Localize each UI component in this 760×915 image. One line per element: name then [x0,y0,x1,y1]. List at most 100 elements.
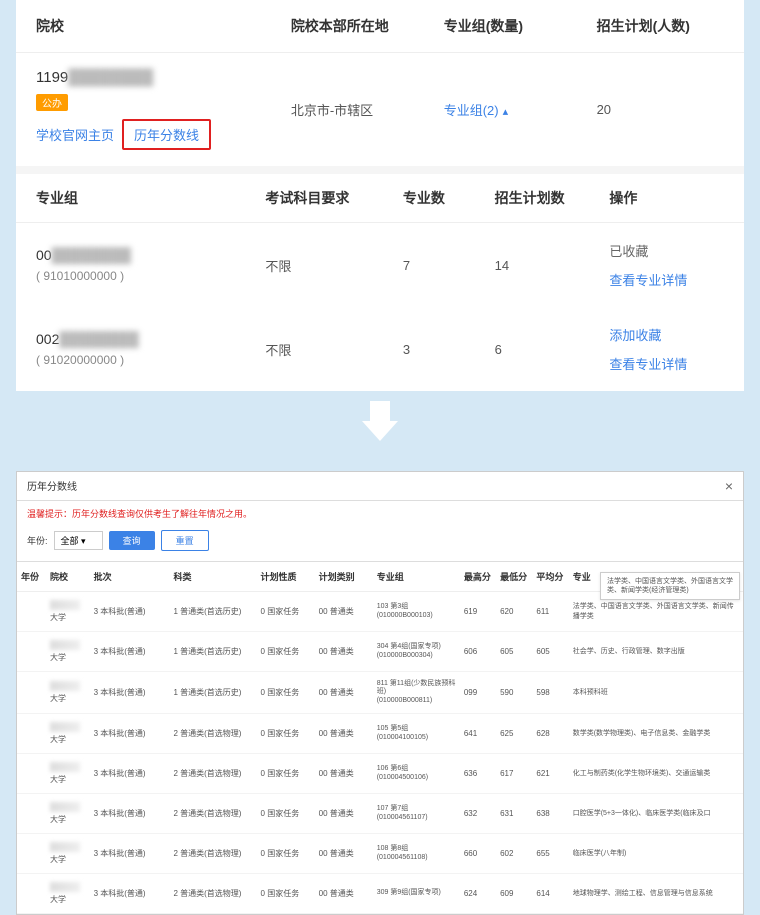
table-header: 计划类别 [315,562,373,592]
table-header: 计划性质 [257,562,315,592]
cell-plan-nature: 0 国家任务 [257,794,315,834]
cell-majors: 化工与制药类(化学生物环境类)、交通运输类 [569,754,743,794]
major-count: 7 [403,258,495,273]
close-icon[interactable]: × [725,478,733,494]
school-row: 1199████████ 公办 学校官网主页 历年分数线 北京市-市辖区 专业组… [16,53,744,174]
cell-majors: 本科预科班 [569,672,743,714]
cell-min: 605 [496,632,532,672]
cell-group: 811 第11组(少数民族预科班)(010000B000811) [373,672,460,714]
main-table-header: 院校 院校本部所在地 专业组(数量) 招生计划(人数) [16,0,744,53]
group-cell: 00████████ ( 91010000000 ) [36,247,265,283]
group-row: 002████████ ( 91020000000 ) 不限 3 6 添加收藏 … [16,307,744,391]
cell-plan-type: 00 普通类 [315,632,373,672]
requirement: 不限 [265,340,403,359]
header-groups: 专业组(数量) [444,16,597,36]
cell-avg: 655 [532,834,568,874]
cell-batch: 3 本科批(普通) [90,834,170,874]
group-id: ( 91010000000 ) [36,269,265,283]
cell-min: 625 [496,714,532,754]
reset-button[interactable]: 重置 [161,530,209,551]
cell-min: 609 [496,874,532,914]
score-history-link[interactable]: 历年分数线 [122,119,211,150]
cell-min: 590 [496,672,532,714]
cell-batch: 3 本科批(普通) [90,592,170,632]
detail-link[interactable]: 查看专业详情 [609,354,687,373]
cell-majors: 地球物理学、测绘工程、信息管理与信息系统 [569,874,743,914]
cell-plan-type: 00 普通类 [315,834,373,874]
cell-max: 636 [460,754,496,794]
cell-year [17,754,46,794]
cell-min: 620 [496,592,532,632]
year-select[interactable]: 全部 ▾ [54,531,103,550]
group-code: 002████████ [36,331,265,347]
cell-subject: 2 普通类(首选物理) [169,754,256,794]
cell-group: 106 第6组(010004500106) [373,754,460,794]
group-count-toggle[interactable]: 专业组(2) [444,100,597,119]
table-header: 最高分 [460,562,496,592]
cell-group: 107 第7组(010004561107) [373,794,460,834]
group-table-header: 专业组 考试科目要求 专业数 招生计划数 操作 [16,174,744,223]
cell-year [17,874,46,914]
school-links: 学校官网主页 历年分数线 [36,119,291,150]
cell-avg: 638 [532,794,568,834]
table-header: 院校 [46,562,90,592]
cell-majors: 数学类(数学物理类)、电子信息类、金融学类 [569,714,743,754]
cell-subject: 1 普通类(首选历史) [169,592,256,632]
requirement: 不限 [265,256,403,275]
filter-row: 年份: 全部 ▾ 查询 重置 [17,526,743,562]
cell-group: 309 第9组(国家专项) [373,874,460,914]
cell-year [17,834,46,874]
table-row: 大学 3 本科批(普通) 2 普通类(首选物理) 0 国家任务 00 普通类 1… [17,714,743,754]
cell-max: 606 [460,632,496,672]
cell-year [17,794,46,834]
warning-text: 温馨提示：历年分数线查询仅供考生了解往年情况之用。 [17,501,743,526]
action-cell: 已收藏 查看专业详情 [609,241,724,289]
cell-majors: 临床医学(八年制) [569,834,743,874]
table-header: 专业组 [373,562,460,592]
modal-header: 历年分数线 × [17,472,743,501]
group-cell: 002████████ ( 91020000000 ) [36,331,265,367]
cell-plan-type: 00 普通类 [315,672,373,714]
cell-majors: 口腔医学(5+3一体化)、临床医学类(临床及口 [569,794,743,834]
table-row: 大学 3 本科批(普通) 1 普通类(首选历史) 0 国家任务 00 普通类 8… [17,672,743,714]
favorite-action[interactable]: 添加收藏 [609,325,661,344]
school-code: 1199████████ [36,69,291,86]
cell-batch: 3 本科批(普通) [90,632,170,672]
cell-batch: 3 本科批(普通) [90,672,170,714]
cell-subject: 2 普通类(首选物理) [169,794,256,834]
cell-plan-type: 00 普通类 [315,754,373,794]
cell-max: 624 [460,874,496,914]
table-row: 大学 3 本科批(普通) 2 普通类(首选物理) 0 国家任务 00 普通类 1… [17,834,743,874]
cell-school: 大学 [46,672,90,714]
table-header: 年份 [17,562,46,592]
sub-header-plan: 招生计划数 [495,188,610,208]
cell-batch: 3 本科批(普通) [90,794,170,834]
cell-school: 大学 [46,794,90,834]
table-header: 平均分 [532,562,568,592]
cell-avg: 605 [532,632,568,672]
sub-header-req: 考试科目要求 [265,188,403,208]
cell-plan-nature: 0 国家任务 [257,592,315,632]
table-row: 大学 3 本科批(普通) 2 普通类(首选物理) 0 国家任务 00 普通类 3… [17,874,743,914]
cell-majors: 社会学、历史、行政管理、数字出版 [569,632,743,672]
cell-avg: 614 [532,874,568,914]
plan-count: 6 [495,342,610,357]
cell-subject: 2 普通类(首选物理) [169,874,256,914]
school-cell: 1199████████ 公办 学校官网主页 历年分数线 [36,69,291,150]
official-site-link[interactable]: 学校官网主页 [36,125,114,144]
cell-max: 619 [460,592,496,632]
cell-plan-nature: 0 国家任务 [257,754,315,794]
major-count: 3 [403,342,495,357]
cell-group: 108 第8组(010004561108) [373,834,460,874]
cell-plan-nature: 0 国家任务 [257,672,315,714]
cell-max: 099 [460,672,496,714]
cell-batch: 3 本科批(普通) [90,754,170,794]
search-button[interactable]: 查询 [109,531,155,550]
group-code: 00████████ [36,247,265,263]
cell-min: 631 [496,794,532,834]
cell-plan-type: 00 普通类 [315,714,373,754]
cell-avg: 598 [532,672,568,714]
modal-title: 历年分数线 [27,478,77,494]
school-badge: 公办 [36,94,68,111]
detail-link[interactable]: 查看专业详情 [609,270,687,289]
